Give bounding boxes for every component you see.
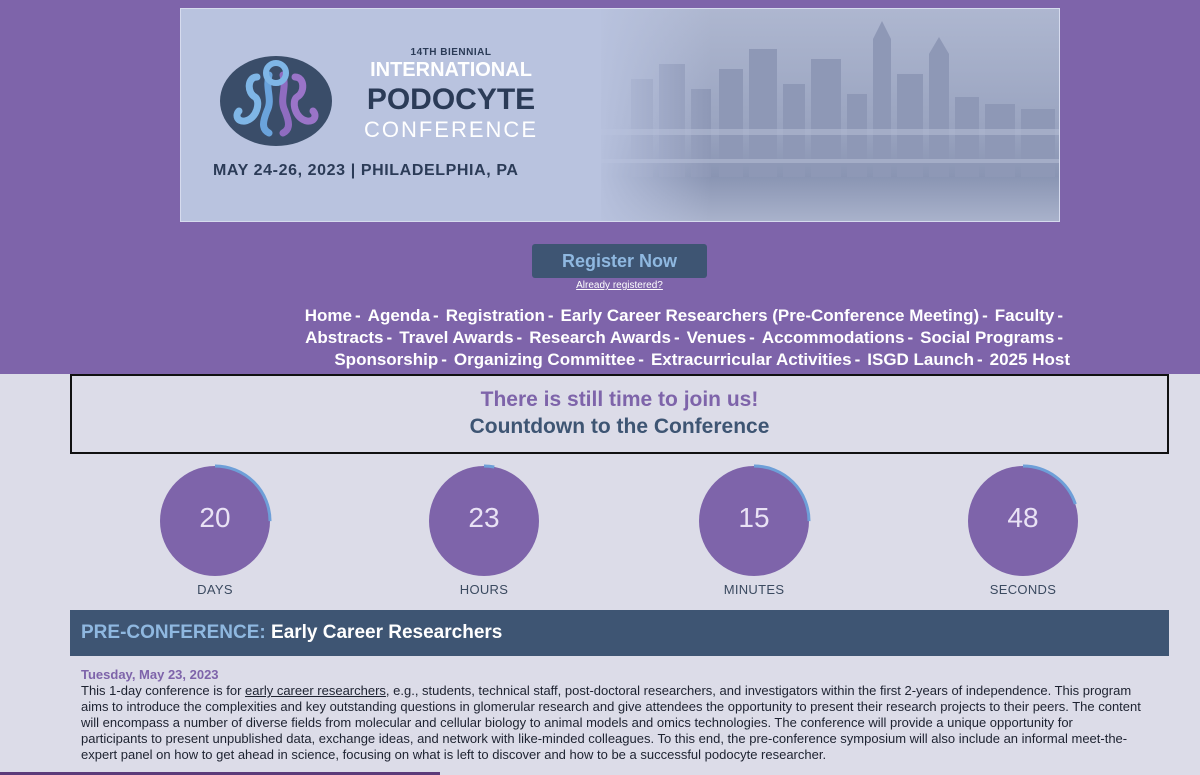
nav-link-accommodations[interactable]: Accommodations [762, 328, 905, 347]
nav-separator: - [1057, 306, 1063, 325]
already-registered-link[interactable]: Already registered? [532, 280, 707, 291]
countdown-title: There is still time to join us! [480, 388, 759, 411]
nav-separator: - [854, 350, 861, 369]
preconference-date: Tuesday, May 23, 2023 [81, 667, 219, 682]
timer-seconds-label: SECONDS [989, 582, 1057, 597]
timer-hours: 23 HOURS [427, 464, 541, 604]
nav-link-abstracts[interactable]: Abstracts [305, 328, 383, 347]
countdown-subtitle: Countdown to the Conference [469, 415, 770, 438]
timer-minutes-value: 15 [738, 502, 770, 533]
preconference-description: This 1-day conference is for early caree… [81, 683, 1141, 763]
banner-title-line1: INTERNATIONAL [370, 59, 532, 81]
nav-separator: - [433, 306, 439, 325]
nav-link-travel-awards[interactable]: Travel Awards [399, 328, 513, 347]
nav-separator: - [982, 306, 988, 325]
timer-days-label: DAYS [197, 582, 233, 597]
nav-separator: - [441, 350, 447, 369]
nav-link-agenda[interactable]: Agenda [368, 306, 430, 325]
nav-separator: - [673, 328, 680, 347]
preconference-heading-accent: PRE-CONFERENCE: [81, 622, 266, 643]
nav-separator: - [749, 328, 755, 347]
timer-days-value: 20 [199, 502, 231, 533]
timer-days: 20 DAYS [158, 464, 272, 604]
nav-separator: - [386, 328, 393, 347]
nav-separator: - [1057, 328, 1063, 347]
timer-minutes: 15 MINUTES [697, 464, 811, 604]
nav-link-research-awards[interactable]: Research Awards [529, 328, 671, 347]
nav-link-extracurricular-activities[interactable]: Extracurricular Activities [651, 350, 852, 369]
early-career-researchers-link[interactable]: early career researchers [245, 683, 386, 698]
preconference-body-intro: This 1-day conference is for [81, 683, 246, 698]
banner-title-line2: PODOCYTE [366, 83, 536, 116]
preconference-heading-bar: PRE-CONFERENCE: Early Career Researchers [70, 610, 1169, 656]
nav-link-registration[interactable]: Registration [446, 306, 545, 325]
nav-link-social-programs[interactable]: Social Programs [920, 328, 1054, 347]
preconference-heading: PRE-CONFERENCE: Early Career Researchers [81, 622, 502, 644]
banner-date-place: MAY 24-26, 2023 | PHILADELPHIA, PA [213, 162, 519, 179]
nav-link-sponsorship[interactable]: Sponsorship [334, 350, 438, 369]
main-navigation: Home - Agenda - Registration - Early Career Re… [210, 305, 1070, 371]
timer-minutes-label: MINUTES [723, 582, 785, 597]
podocyte-logo-icon [217, 49, 335, 147]
site-header: 14TH BIENNIAL INTERNATIONAL PODOCYTE CON… [0, 0, 1200, 374]
conference-banner[interactable]: 14TH BIENNIAL INTERNATIONAL PODOCYTE CON… [180, 8, 1060, 222]
nav-row-1: Home - Agenda - Registration - Early Career Re… [210, 305, 1070, 327]
timer-seconds: 48 SECONDS [966, 464, 1080, 604]
banner-title-line3: CONFERENCE [363, 117, 538, 142]
nav-separator: - [638, 350, 644, 369]
preconference-heading-rest: Early Career Researchers [271, 622, 503, 643]
nav-row-3: Sponsorship - Organizing Committee - Extracu… [210, 349, 1070, 371]
nav-separator: - [907, 328, 914, 347]
banner-fade [591, 9, 711, 221]
nav-separator: - [355, 306, 361, 325]
countdown-header-box: There is still time to join us! Countdow… [70, 374, 1169, 454]
timer-hours-label: HOURS [459, 582, 509, 597]
banner-edition: 14TH BIENNIAL [410, 47, 492, 58]
nav-link-organizing-committee[interactable]: Organizing Committee [454, 350, 635, 369]
register-now-button[interactable]: Register Now [532, 244, 707, 278]
nav-link-2025-host[interactable]: 2025 Host [990, 350, 1070, 369]
timer-seconds-value: 48 [1007, 502, 1039, 533]
nav-row-2: Abstracts - Travel Awards - Research Awards -… [210, 327, 1070, 349]
nav-separator: - [977, 350, 983, 369]
nav-link-home[interactable]: Home [305, 306, 352, 325]
timer-hours-value: 23 [468, 502, 500, 533]
nav-separator: - [547, 306, 554, 325]
nav-link-early-career-researchers[interactable]: Early Career Researchers (Pre-Conference… [561, 306, 980, 325]
nav-separator: - [516, 328, 523, 347]
nav-link-faculty[interactable]: Faculty [995, 306, 1055, 325]
nav-link-venues[interactable]: Venues [687, 328, 747, 347]
nav-link-isgd-launch[interactable]: ISGD Launch [867, 350, 974, 369]
